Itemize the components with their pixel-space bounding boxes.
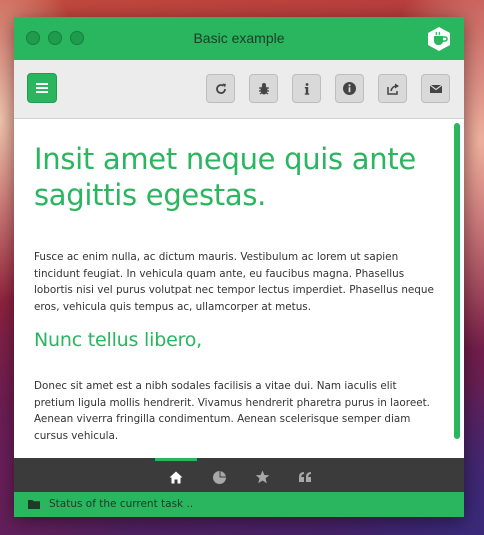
window-title: Basic example (193, 30, 285, 46)
nav-favorites[interactable] (250, 465, 274, 489)
paragraph-1: Fusce ac enim nulla, ac dictum mauris. V… (34, 251, 434, 313)
quote-icon (299, 472, 311, 482)
hamburger-icon (36, 83, 48, 93)
section-subheading: Nunc tellus libero, (34, 329, 203, 351)
info-button[interactable] (292, 74, 321, 103)
folder-icon (28, 500, 40, 509)
home-icon (169, 471, 183, 483)
nav-stats[interactable] (207, 465, 231, 489)
refresh-icon (215, 83, 226, 94)
status-text: Status of the current task .. (49, 498, 194, 510)
paragraph-2: Donec sit amet est a nibh sodales facili… (34, 380, 430, 442)
menu-button[interactable] (27, 73, 57, 103)
nav-home[interactable] (164, 465, 188, 489)
content-area[interactable]: Insit amet neque quis ante sagittis eges… (14, 119, 464, 458)
app-window: Basic example Insit amet neque quis ante… (14, 17, 464, 517)
app-logo-icon (428, 27, 450, 51)
toolbar (14, 60, 464, 119)
envelope-icon (429, 84, 442, 93)
bottom-navigation (14, 458, 464, 492)
star-icon (255, 470, 269, 484)
refresh-button[interactable] (206, 74, 235, 103)
share-icon (386, 83, 399, 95)
about-button[interactable] (335, 74, 364, 103)
info-letter-icon (304, 82, 309, 95)
share-button[interactable] (378, 74, 407, 103)
vertical-scrollbar[interactable] (454, 123, 460, 439)
mail-button[interactable] (421, 74, 450, 103)
nav-quotes[interactable] (293, 465, 317, 489)
active-tab-indicator (155, 458, 197, 461)
status-bar: Status of the current task .. (14, 492, 464, 517)
pie-chart-icon (212, 470, 226, 484)
info-circle-icon (343, 82, 356, 95)
title-bar: Basic example (14, 17, 464, 60)
debug-button[interactable] (249, 74, 278, 103)
page-heading: Insit amet neque quis ante sagittis eges… (34, 142, 416, 212)
bug-icon (258, 82, 269, 94)
